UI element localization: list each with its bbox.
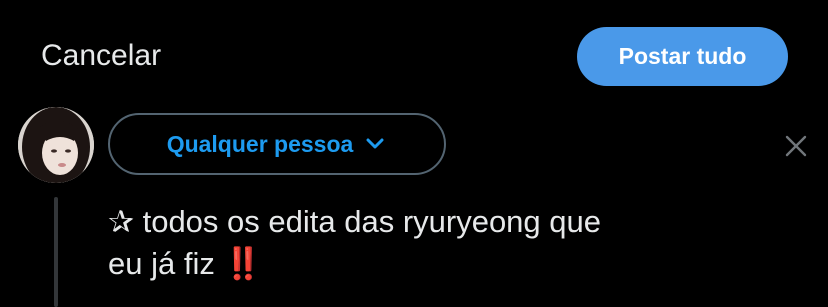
avatar-image bbox=[18, 107, 94, 183]
post-text-field[interactable]: ✰ todos os edita das ryuryeong que eu já… bbox=[108, 201, 768, 285]
post-all-button[interactable]: Postar tudo bbox=[577, 27, 788, 86]
thread-line bbox=[54, 197, 58, 307]
post-text-line: eu já fiz ‼️ bbox=[108, 246, 263, 281]
close-icon[interactable] bbox=[781, 131, 811, 161]
post-text-line: ✰ todos os edita das ryuryeong que bbox=[108, 204, 602, 239]
audience-label: Qualquer pessoa bbox=[166, 130, 354, 157]
avatar[interactable] bbox=[18, 107, 94, 183]
chevron-down-icon bbox=[363, 132, 387, 156]
cancel-button[interactable]: Cancelar bbox=[41, 38, 161, 74]
audience-selector[interactable]: Qualquer pessoa bbox=[108, 113, 446, 175]
